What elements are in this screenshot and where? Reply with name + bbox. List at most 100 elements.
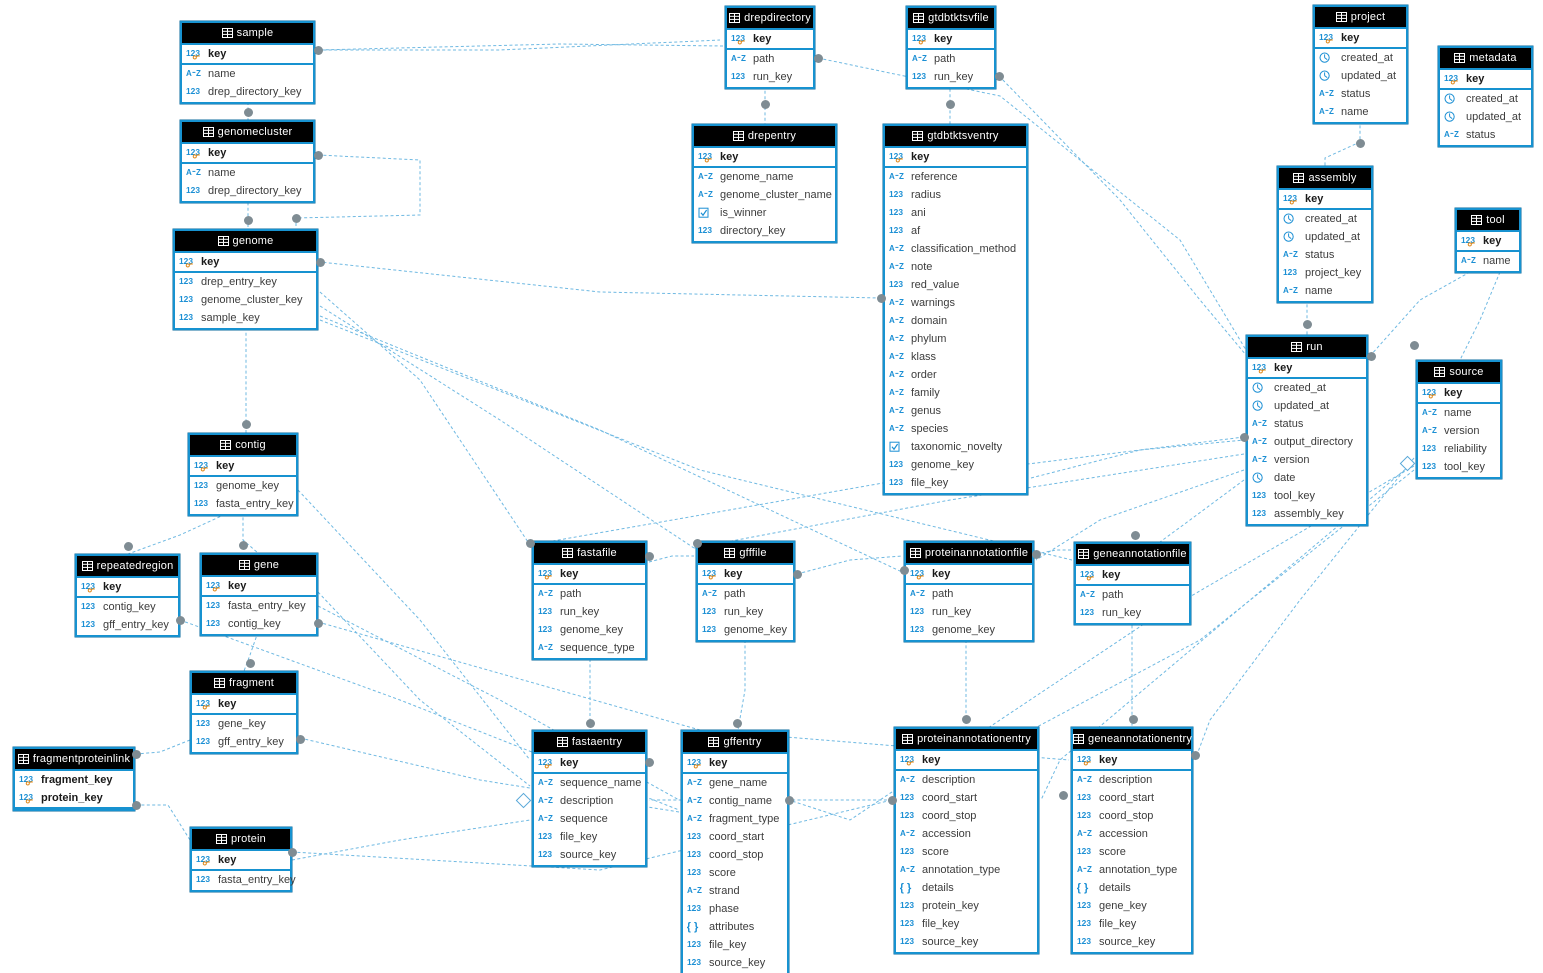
entity-gfffile[interactable]: gfffile 123 key A Zpath 123 run_key 123 genome_k… [696, 541, 795, 642]
entity-drepentry[interactable]: drepentry 123 key A Zgenome_name A Zgenome_clu… [692, 124, 837, 243]
entity-gffentry[interactable]: gffentry 123 key A Zgene_name A Zcontig_name A Z… [681, 730, 789, 973]
field-run_key[interactable]: 123 run_key [534, 603, 645, 621]
field-fragment_type[interactable]: A Zfragment_type [683, 810, 787, 828]
field-sample_key[interactable]: 123 sample_key [175, 309, 316, 327]
field-file_key[interactable]: 123 file_key [885, 474, 1026, 492]
field-run_key[interactable]: 123 run_key [698, 603, 793, 621]
entity-assembly[interactable]: assembly 123 key created_at updated_at A Zstat… [1277, 166, 1373, 303]
field-taxonomic_novelty[interactable]: taxonomic_novelty [885, 438, 1026, 456]
field-protein_key[interactable]: 123 protein_key [896, 897, 1037, 915]
field-path[interactable]: A Zpath [906, 585, 1032, 603]
field-source_key[interactable]: 123 source_key [1073, 933, 1191, 951]
field-key[interactable]: 123 key [1457, 232, 1519, 250]
field-updated_at[interactable]: updated_at [1279, 228, 1371, 246]
field-run_key[interactable]: 123 run_key [906, 603, 1032, 621]
field-coord_stop[interactable]: 123 coord_stop [683, 846, 787, 864]
field-reference[interactable]: A Zreference [885, 168, 1026, 186]
field-drep_entry_key[interactable]: 123 drep_entry_key [175, 273, 316, 291]
field-version[interactable]: A Zversion [1248, 451, 1366, 469]
field-tool_key[interactable]: 123 tool_key [1418, 458, 1500, 476]
field-file_key[interactable]: 123 file_key [683, 936, 787, 954]
field-contig_key[interactable]: 123 contig_key [77, 598, 178, 616]
field-gene_key[interactable]: 123 gene_key [192, 715, 296, 733]
field-updated_at[interactable]: updated_at [1248, 397, 1366, 415]
field-run_key[interactable]: 123 run_key [908, 68, 994, 86]
field-protein_key[interactable]: 123 protein_key [15, 789, 133, 807]
entity-fragmentproteinlink[interactable]: fragmentproteinlink 123 fragment_key 123 pro… [13, 747, 135, 811]
field-run_key[interactable]: 123 run_key [727, 68, 813, 86]
field-af[interactable]: 123 af [885, 222, 1026, 240]
field-key[interactable]: 123 key [694, 148, 835, 166]
field-name[interactable]: A Zname [1418, 404, 1500, 422]
field-phase[interactable]: 123 phase [683, 900, 787, 918]
entity-repeatedregion[interactable]: repeatedregion 123 key 123 contig_key 123 gff_… [75, 554, 180, 637]
entity-fastaentry[interactable]: fastaentry 123 key A Zsequence_name A Zdescrip… [532, 730, 647, 867]
field-red_value[interactable]: 123 red_value [885, 276, 1026, 294]
field-file_key[interactable]: 123 file_key [896, 915, 1037, 933]
field-key[interactable]: 123 key [1076, 566, 1189, 584]
field-genome_key[interactable]: 123 genome_key [534, 621, 645, 639]
field-created_at[interactable]: created_at [1440, 90, 1531, 108]
field-details[interactable]: { } details [1073, 879, 1191, 897]
field-key[interactable]: 123 key [175, 253, 316, 271]
field-strand[interactable]: A Zstrand [683, 882, 787, 900]
field-key[interactable]: 123 key [906, 565, 1032, 583]
field-status[interactable]: A Zstatus [1248, 415, 1366, 433]
field-key[interactable]: 123 key [182, 45, 313, 63]
field-created_at[interactable]: created_at [1315, 49, 1406, 67]
field-source_key[interactable]: 123 source_key [683, 954, 787, 972]
field-path[interactable]: A Zpath [698, 585, 793, 603]
field-key[interactable]: 123 key [1418, 384, 1500, 402]
field-sequence[interactable]: A Zsequence [534, 810, 645, 828]
field-genome_key[interactable]: 123 genome_key [906, 621, 1032, 639]
field-status[interactable]: A Zstatus [1279, 246, 1371, 264]
field-gff_entry_key[interactable]: 123 gff_entry_key [192, 733, 296, 751]
entity-source[interactable]: source 123 key A Zname A Zversion 123 reliabilit… [1416, 360, 1502, 479]
field-contig_name[interactable]: A Zcontig_name [683, 792, 787, 810]
field-file_key[interactable]: 123 file_key [1073, 915, 1191, 933]
field-updated_at[interactable]: updated_at [1315, 67, 1406, 85]
field-status[interactable]: A Zstatus [1315, 85, 1406, 103]
field-radius[interactable]: 123 radius [885, 186, 1026, 204]
field-score[interactable]: 123 score [683, 864, 787, 882]
field-gene_name[interactable]: A Zgene_name [683, 774, 787, 792]
field-key[interactable]: 123 key [1248, 359, 1366, 377]
field-updated_at[interactable]: updated_at [1440, 108, 1531, 126]
field-genome_name[interactable]: A Zgenome_name [694, 168, 835, 186]
field-is_winner[interactable]: is_winner [694, 204, 835, 222]
field-note[interactable]: A Znote [885, 258, 1026, 276]
field-coord_stop[interactable]: 123 coord_stop [896, 807, 1037, 825]
field-key[interactable]: 123 key [1279, 190, 1371, 208]
field-source_key[interactable]: 123 source_key [534, 846, 645, 864]
field-name[interactable]: A Zname [182, 65, 313, 83]
field-attributes[interactable]: { } attributes [683, 918, 787, 936]
field-key[interactable]: 123 key [908, 30, 994, 48]
field-gene_key[interactable]: 123 gene_key [1073, 897, 1191, 915]
entity-gene[interactable]: gene 123 key 123 fasta_entry_key 123 contig_ke… [200, 553, 318, 636]
field-source_key[interactable]: 123 source_key [896, 933, 1037, 951]
entity-metadata[interactable]: metadata 123 key created_at updated_at A Zstat… [1438, 46, 1533, 147]
field-file_key[interactable]: 123 file_key [534, 828, 645, 846]
field-phylum[interactable]: A Zphylum [885, 330, 1026, 348]
entity-tool[interactable]: tool 123 key A Zname [1455, 208, 1521, 273]
field-sequence_type[interactable]: A Zsequence_type [534, 639, 645, 657]
field-description[interactable]: A Zdescription [1073, 771, 1191, 789]
field-name[interactable]: A Zname [1315, 103, 1406, 121]
field-score[interactable]: 123 score [1073, 843, 1191, 861]
entity-genome[interactable]: genome 123 key 123 drep_entry_key 123 genome_c… [173, 229, 318, 330]
field-genome_key[interactable]: 123 genome_key [190, 477, 296, 495]
field-path[interactable]: A Zpath [727, 50, 813, 68]
field-fasta_entry_key[interactable]: 123 fasta_entry_key [190, 495, 296, 513]
field-name[interactable]: A Zname [182, 164, 313, 182]
entity-gtdbtktsventry[interactable]: gtdbtktsventry 123 key A Zreference 123 radius… [883, 124, 1028, 495]
field-status[interactable]: A Zstatus [1440, 126, 1531, 144]
field-project_key[interactable]: 123 project_key [1279, 264, 1371, 282]
field-drep_directory_key[interactable]: 123 drep_directory_key [182, 83, 313, 101]
entity-fragment[interactable]: fragment 123 key 123 gene_key 123 gff_entry_ke… [190, 671, 298, 754]
field-drep_directory_key[interactable]: 123 drep_directory_key [182, 182, 313, 200]
field-genome_cluster_name[interactable]: A Zgenome_cluster_name [694, 186, 835, 204]
field-output_directory[interactable]: A Zoutput_directory [1248, 433, 1366, 451]
field-description[interactable]: A Zdescription [896, 771, 1037, 789]
field-accession[interactable]: A Zaccession [896, 825, 1037, 843]
entity-fastafile[interactable]: fastafile 123 key A Zpath 123 run_key 123 genome… [532, 541, 647, 660]
